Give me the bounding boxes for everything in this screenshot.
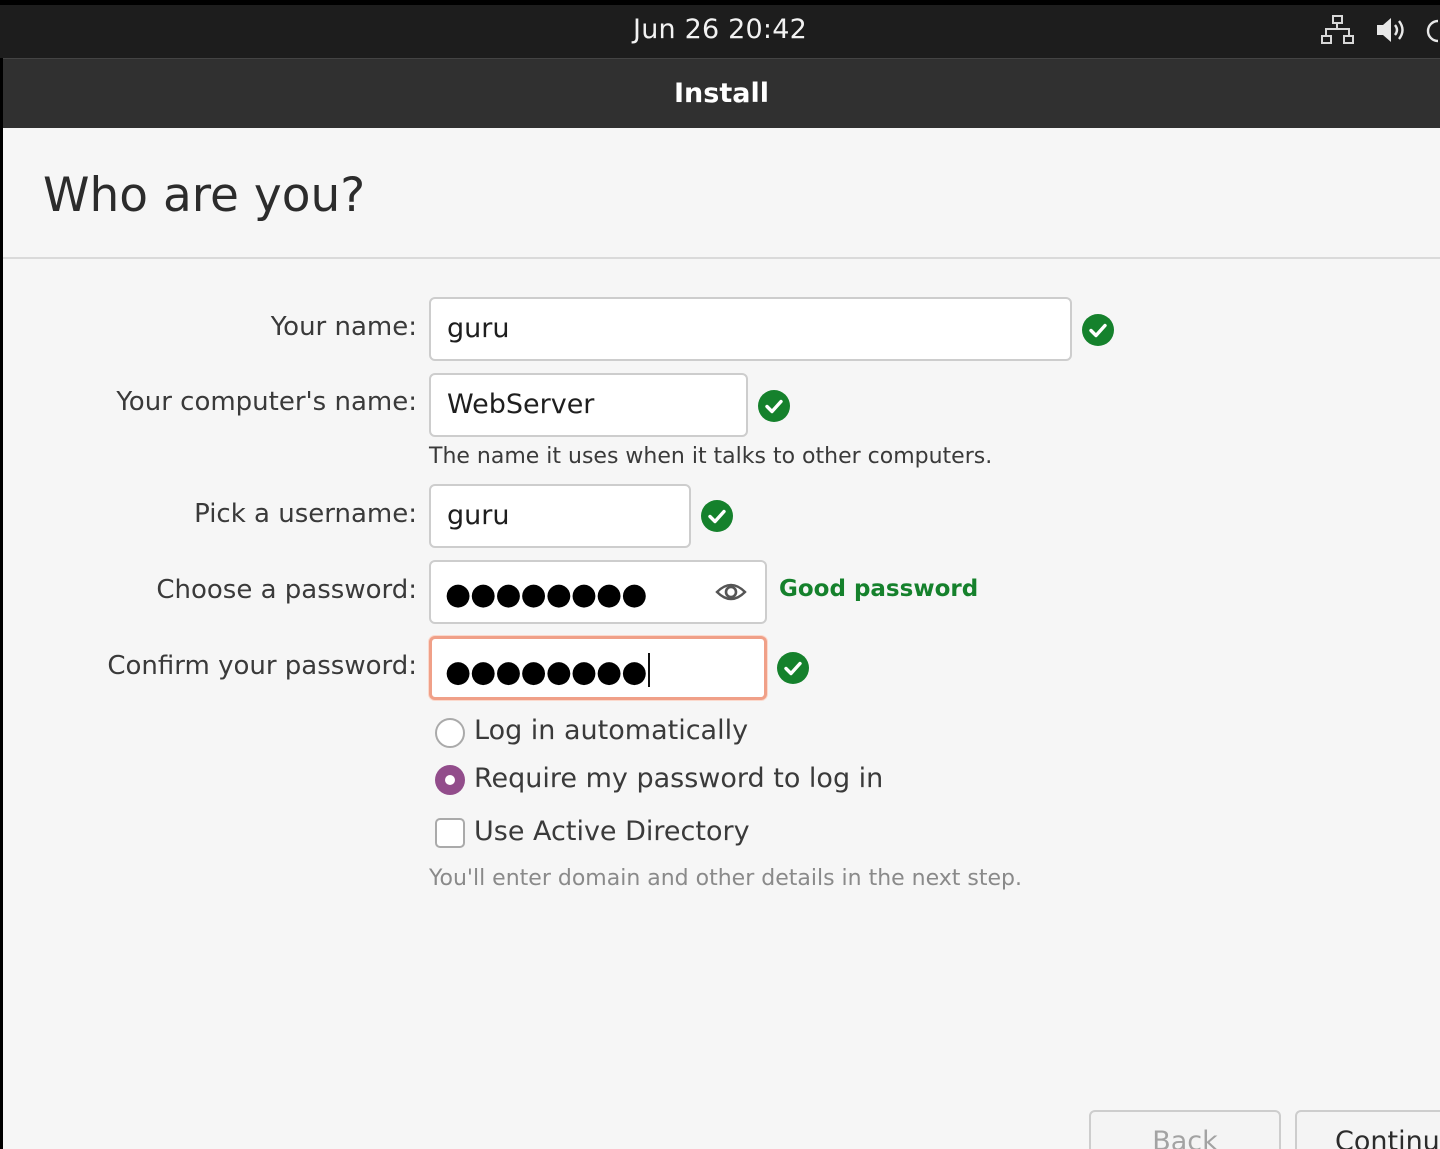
confirm-password-masked-value: ●●●●●●●●: [445, 653, 651, 690]
your-name-input[interactable]: guru: [429, 297, 1072, 361]
password-input[interactable]: ●●●●●●●●: [429, 560, 767, 624]
confirm-password-input[interactable]: ●●●●●●●●: [429, 636, 767, 700]
username-value: guru: [447, 500, 510, 531]
active-directory-hint: You'll enter domain and other details in…: [429, 866, 1022, 891]
username-input[interactable]: guru: [429, 484, 691, 548]
eye-icon[interactable]: [715, 578, 747, 606]
back-button[interactable]: Back: [1089, 1110, 1281, 1149]
active-directory-label[interactable]: Use Active Directory: [474, 816, 750, 847]
your-name-label: Your name:: [270, 312, 417, 342]
volume-icon[interactable]: [1374, 14, 1410, 46]
clock[interactable]: Jun 26 20:42: [0, 14, 1440, 45]
continue-button[interactable]: Continue: [1295, 1110, 1440, 1149]
username-label: Pick a username:: [194, 499, 417, 529]
network-icon[interactable]: [1320, 14, 1356, 46]
top-system-bar: Jun 26 20:42: [0, 0, 1440, 58]
computer-name-value: WebServer: [447, 389, 595, 420]
require-password-label[interactable]: Require my password to log in: [474, 763, 883, 794]
require-password-radio[interactable]: [435, 765, 465, 795]
title-divider: [3, 257, 1440, 259]
window-title: Install: [674, 78, 769, 109]
username-valid-icon: [701, 500, 733, 532]
computer-name-label: Your computer's name:: [116, 387, 417, 417]
active-directory-checkbox[interactable]: [435, 818, 465, 848]
computer-name-input[interactable]: WebServer: [429, 373, 748, 437]
confirm-password-label: Confirm your password:: [107, 651, 417, 681]
auto-login-label[interactable]: Log in automatically: [474, 715, 748, 746]
computer-name-valid-icon: [758, 390, 790, 422]
power-icon[interactable]: [1426, 14, 1440, 46]
password-label: Choose a password:: [156, 575, 417, 605]
installer-window: Install Who are you? Your name: guru You…: [3, 58, 1440, 1149]
auto-login-radio[interactable]: [435, 718, 465, 748]
top-edge: [0, 0, 1440, 5]
page-title: Who are you?: [43, 168, 366, 223]
your-name-value: guru: [447, 313, 510, 344]
window-headerbar: Install: [3, 58, 1440, 128]
confirm-password-dots: ●●●●●●●●: [445, 654, 647, 690]
password-strength: Good password: [779, 576, 979, 602]
computer-name-hint: The name it uses when it talks to other …: [429, 444, 993, 469]
password-masked-value: ●●●●●●●●: [445, 577, 647, 612]
confirm-password-valid-icon: [777, 652, 809, 684]
text-cursor: [648, 653, 651, 687]
your-name-valid-icon: [1082, 314, 1114, 346]
